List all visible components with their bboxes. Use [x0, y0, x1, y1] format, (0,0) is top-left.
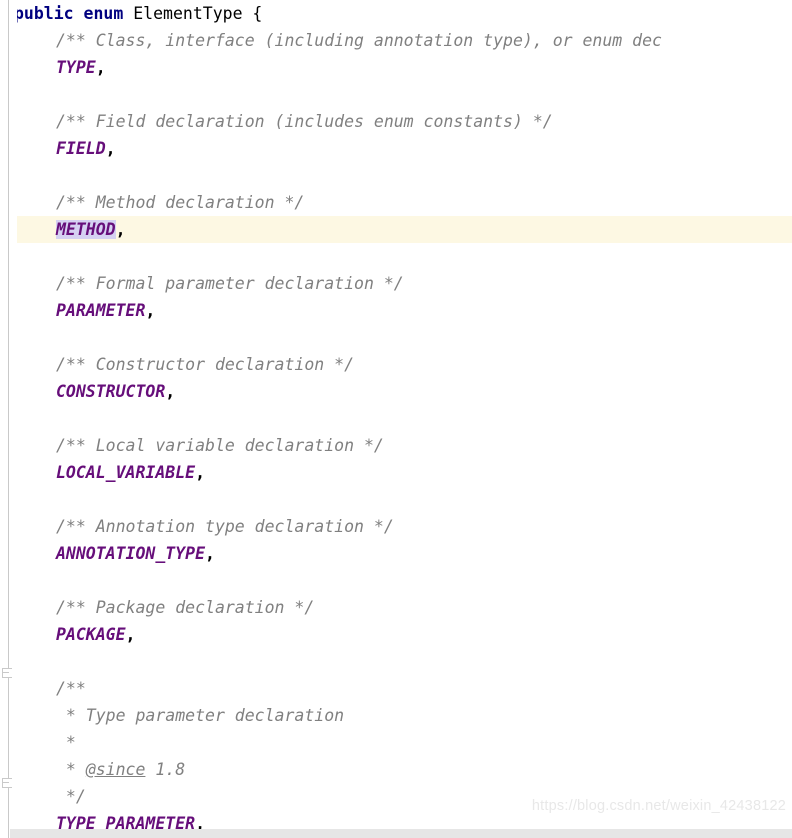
code-token: LOCAL_VARIABLE: [56, 463, 196, 482]
code-line-current[interactable]: METHOD,: [0, 216, 792, 243]
code-line[interactable]: [0, 324, 792, 351]
code-line-text: PARAMETER,: [56, 297, 155, 324]
code-line[interactable]: PARAMETER,: [0, 297, 792, 324]
code-fold-bracket-icon: [2, 668, 12, 678]
code-line-text: /** Constructor declaration */: [56, 351, 354, 378]
code-line-text: /** Class, interface (including annotati…: [56, 27, 662, 54]
code-line[interactable]: [0, 243, 792, 270]
code-token: ,: [195, 463, 206, 482]
code-token: ,: [105, 139, 116, 158]
code-line-text: ANNOTATION_TYPE,: [56, 540, 215, 567]
code-token: *: [56, 760, 86, 779]
code-token: ,: [145, 301, 156, 320]
code-token: ,: [115, 220, 126, 239]
code-token: /**: [56, 679, 86, 698]
code-line-text: * @since 1.8: [56, 756, 185, 783]
code-line-text: CONSTRUCTOR,: [56, 378, 175, 405]
code-line[interactable]: /** Formal parameter declaration */: [0, 270, 792, 297]
code-token: ANNOTATION_TYPE: [56, 544, 206, 563]
code-line-text: TYPE,: [56, 54, 106, 81]
code-token: ,: [95, 58, 106, 77]
code-line-text: LOCAL_VARIABLE,: [56, 459, 205, 486]
code-line[interactable]: CONSTRUCTOR,: [0, 378, 792, 405]
code-token: ,: [165, 382, 176, 401]
code-line[interactable]: /** Method declaration */: [0, 189, 792, 216]
code-token: PACKAGE: [56, 625, 126, 644]
code-token: /** Formal parameter declaration */: [56, 274, 404, 293]
code-line[interactable]: *: [0, 729, 792, 756]
code-line[interactable]: [0, 162, 792, 189]
code-editor-viewport[interactable]: public enum ElementType { /** Class, inte…: [0, 0, 792, 838]
code-line-text: /** Package declaration */: [56, 594, 314, 621]
code-line-text: /** Local variable declaration */: [56, 432, 384, 459]
code-token: /** Field declaration (includes enum con…: [56, 112, 553, 131]
code-line-text: /** Annotation type declaration */: [56, 513, 394, 540]
code-line-text: * Type parameter declaration: [56, 702, 344, 729]
code-token: ,: [205, 544, 215, 563]
code-token: enum: [83, 4, 124, 23]
code-line[interactable]: PACKAGE,: [0, 621, 792, 648]
code-line-text: public enum ElementType {: [14, 0, 262, 27]
code-fold-tick-icon: [2, 672, 9, 673]
code-line[interactable]: public enum ElementType {: [0, 0, 792, 27]
code-line-text: /**: [56, 675, 86, 702]
code-line-text: PACKAGE,: [56, 621, 135, 648]
code-token: TYPE: [56, 58, 96, 77]
code-token: METHOD: [56, 220, 116, 239]
editor-fold-gutter[interactable]: [0, 0, 17, 838]
horizontal-scrollbar[interactable]: [10, 829, 792, 838]
code-lines-container[interactable]: public enum ElementType { /** Class, inte…: [0, 0, 792, 838]
code-token: /** Annotation type declaration */: [56, 517, 394, 536]
code-fold-bracket-icon: [2, 778, 12, 788]
code-line-text: METHOD,: [56, 216, 126, 243]
code-line[interactable]: /** Field declaration (includes enum con…: [0, 108, 792, 135]
horizontal-scrollbar-thumb[interactable]: [10, 829, 650, 838]
fold-region-line-icon: [8, 0, 9, 838]
code-token: *: [56, 733, 76, 752]
code-line-text: /** Formal parameter declaration */: [56, 270, 404, 297]
code-line[interactable]: /**: [0, 675, 792, 702]
code-line-text: */: [56, 783, 86, 810]
code-line[interactable]: [0, 648, 792, 675]
csdn-watermark: https://blog.csdn.net/weixin_42438122: [531, 798, 786, 814]
code-token: /** Constructor declaration */: [56, 355, 355, 374]
code-line[interactable]: /** Class, interface (including annotati…: [0, 27, 792, 54]
code-line[interactable]: /** Annotation type declaration */: [0, 513, 792, 540]
code-token: 1.8: [145, 760, 186, 779]
code-fold-icon[interactable]: [2, 668, 15, 681]
code-line-text: /** Method declaration */: [56, 189, 304, 216]
code-token: /** Class, interface (including annotati…: [56, 31, 662, 50]
code-token: * Type parameter declaration: [56, 706, 345, 725]
code-token: CONSTRUCTOR: [56, 382, 166, 401]
code-line-text: FIELD,: [56, 135, 116, 162]
code-line-text: *: [56, 729, 76, 756]
code-token: */: [56, 787, 86, 806]
code-token: FIELD: [56, 139, 106, 158]
code-line[interactable]: * Type parameter declaration: [0, 702, 792, 729]
code-line[interactable]: ANNOTATION_TYPE,: [0, 540, 792, 567]
code-line[interactable]: [0, 567, 792, 594]
code-line[interactable]: [0, 81, 792, 108]
code-token: /** Local variable declaration */: [56, 436, 384, 455]
code-token: ElementType {: [123, 4, 263, 23]
code-line[interactable]: FIELD,: [0, 135, 792, 162]
code-fold-icon[interactable]: [2, 778, 15, 791]
code-fold-tick-icon: [2, 782, 9, 783]
code-line[interactable]: LOCAL_VARIABLE,: [0, 459, 792, 486]
code-token: public: [14, 4, 74, 23]
code-token: PARAMETER: [56, 301, 146, 320]
code-token: @since: [85, 760, 146, 779]
code-line[interactable]: * @since 1.8: [0, 756, 792, 783]
code-line[interactable]: /** Local variable declaration */: [0, 432, 792, 459]
code-line[interactable]: /** Package declaration */: [0, 594, 792, 621]
code-line[interactable]: [0, 405, 792, 432]
code-line[interactable]: /** Constructor declaration */: [0, 351, 792, 378]
code-token: /** Method declaration */: [56, 193, 305, 212]
code-line[interactable]: [0, 486, 792, 513]
code-token: /** Package declaration */: [56, 598, 315, 617]
code-line[interactable]: TYPE,: [0, 54, 792, 81]
code-token: ,: [125, 625, 136, 644]
code-line-text: /** Field declaration (includes enum con…: [56, 108, 553, 135]
